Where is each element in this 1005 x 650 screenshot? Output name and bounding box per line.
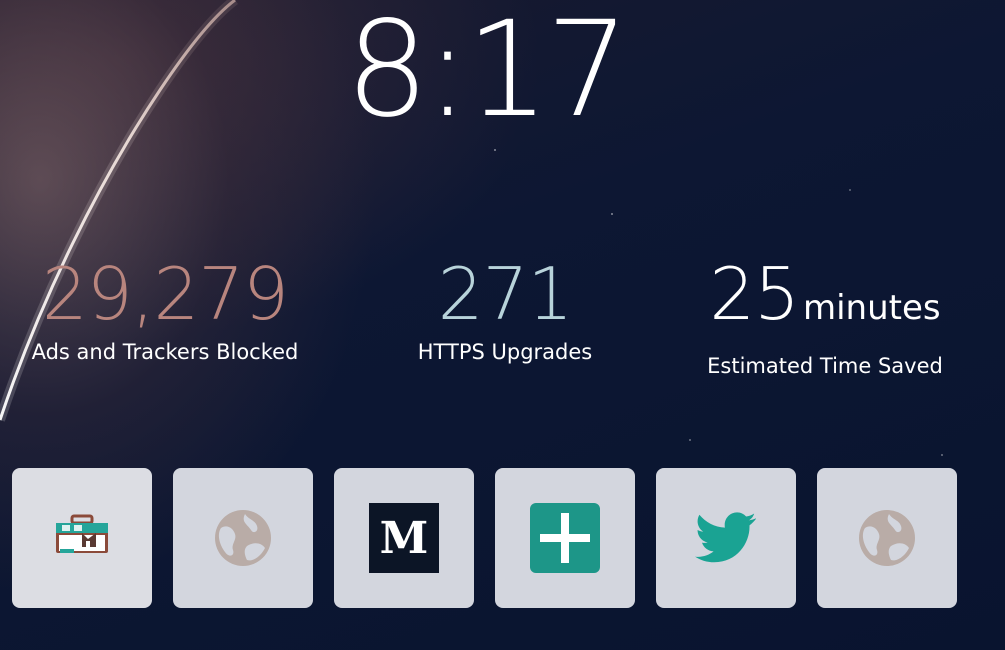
clock-time: 8:17	[345, 0, 629, 147]
globe-icon	[215, 510, 271, 566]
time-saved-unit: minutes	[802, 288, 941, 328]
top-site-tile-3[interactable]: M	[334, 468, 474, 608]
top-site-tile-6[interactable]	[817, 468, 957, 608]
stat-time-saved: 25 minutes Estimated Time Saved	[680, 250, 970, 380]
twitter-bird-icon	[695, 512, 756, 563]
top-site-tile-5[interactable]	[656, 468, 796, 608]
stat-https-upgrades: 271 HTTPS Upgrades	[395, 250, 615, 366]
time-saved-value: 25 minutes	[680, 250, 970, 352]
svg-text:M: M	[380, 513, 429, 564]
top-site-tile-2[interactable]	[173, 468, 313, 608]
plus-icon	[530, 503, 600, 573]
top-site-tile-4[interactable]	[495, 468, 635, 608]
https-upgrades-count: 271	[437, 252, 573, 336]
ads-blocked-count: 29,279	[42, 252, 289, 336]
toolbox-icon	[56, 514, 108, 553]
globe-icon	[859, 510, 915, 566]
top-site-tile-1[interactable]	[12, 468, 152, 608]
https-upgrades-label: HTTPS Upgrades	[417, 340, 593, 364]
ads-blocked-label: Ads and Trackers Blocked	[31, 340, 299, 364]
medium-logo-icon: M	[369, 503, 439, 573]
time-saved-number: 25	[709, 252, 800, 336]
time-saved-label: Estimated Time Saved	[707, 354, 943, 378]
clock: 8:17	[0, 0, 1005, 140]
stat-ads-blocked: 29,279 Ads and Trackers Blocked	[0, 250, 330, 366]
